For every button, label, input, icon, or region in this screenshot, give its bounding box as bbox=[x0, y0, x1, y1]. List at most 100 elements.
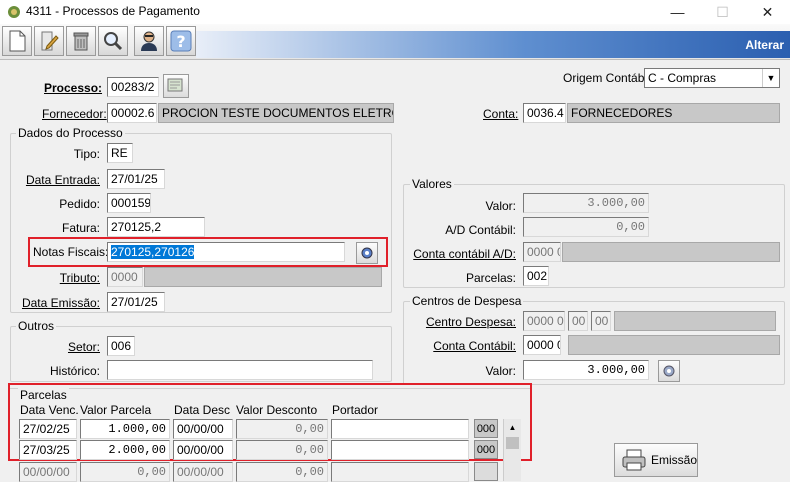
help-question-icon: ? bbox=[170, 30, 192, 52]
emissao-button[interactable]: Emissão bbox=[614, 443, 698, 477]
centro-despesa-label: Centro Despesa: bbox=[425, 315, 516, 329]
window-title: 4311 - Processos de Pagamento bbox=[26, 4, 200, 18]
parcela-valor-desconto-field[interactable]: 0,00 bbox=[236, 419, 328, 439]
user-agent-icon bbox=[141, 31, 157, 51]
origem-contabil-select[interactable]: C - Compras ▼ bbox=[644, 68, 780, 88]
user-button[interactable] bbox=[134, 26, 164, 56]
parcela-portador-field[interactable] bbox=[331, 462, 469, 482]
conta-code-field[interactable]: 0036.4 bbox=[523, 103, 566, 123]
data-emissao-field[interactable]: 27/01/25 bbox=[107, 292, 165, 312]
scroll-thumb[interactable] bbox=[506, 437, 519, 449]
centro-despesa-field[interactable]: 0000 0 bbox=[523, 311, 565, 331]
parcela-data-desc-field[interactable]: 00/00/00 bbox=[173, 419, 233, 439]
magnifier-icon bbox=[104, 32, 123, 51]
help-button[interactable]: ? bbox=[166, 26, 196, 56]
parcela-valor-field[interactable]: 2.000,00 bbox=[80, 440, 170, 460]
tributo-name-field bbox=[144, 267, 382, 287]
tributo-label: Tributo: bbox=[59, 271, 100, 285]
setor-label: Setor: bbox=[67, 340, 100, 354]
data-entrada-label: Data Entrada: bbox=[25, 173, 100, 187]
parcela-data-venc-field[interactable]: 27/03/25 bbox=[19, 440, 77, 460]
parcela-data-desc-field[interactable]: 00/00/00 bbox=[173, 440, 233, 460]
edit-pencil-icon bbox=[41, 31, 59, 51]
data-entrada-field[interactable]: 27/01/25 bbox=[107, 169, 165, 189]
chevron-down-icon: ▼ bbox=[762, 69, 779, 87]
origem-contabil-label: Origem Contábil: bbox=[563, 71, 654, 85]
parcela-portador-field[interactable] bbox=[331, 419, 469, 439]
close-button[interactable]: ✕ bbox=[745, 0, 790, 24]
parcela-valor-desconto-field[interactable]: 0,00 bbox=[236, 462, 328, 482]
search-button[interactable] bbox=[98, 26, 128, 56]
col-header-data-venc: Data Venc. bbox=[20, 403, 79, 417]
valor-field[interactable]: 3.000,00 bbox=[523, 193, 649, 213]
notas-fiscais-field[interactable]: 270125,270126 bbox=[107, 242, 345, 262]
notas-fiscais-value: 270125,270126 bbox=[111, 245, 195, 259]
conta-contabil-label: Conta Contábil: bbox=[433, 339, 516, 353]
edit-button[interactable] bbox=[34, 26, 64, 56]
col-header-valor-desconto: Valor Desconto bbox=[236, 403, 318, 417]
historico-field[interactable] bbox=[107, 360, 373, 380]
centros-despesa-title: Centros de Despesa bbox=[410, 294, 524, 308]
delete-button[interactable] bbox=[66, 26, 96, 56]
document-lookup-icon bbox=[167, 78, 183, 92]
conta-label: Conta: bbox=[483, 107, 519, 121]
origem-contabil-value: C - Compras bbox=[648, 71, 717, 85]
svg-text:?: ? bbox=[176, 32, 185, 51]
parcela-data-desc-field[interactable]: 00/00/00 bbox=[173, 462, 233, 482]
minimize-button[interactable]: — bbox=[655, 0, 700, 24]
valores-title: Valores bbox=[410, 177, 454, 191]
centro-despesa-sub1-field[interactable]: 00 bbox=[568, 311, 588, 331]
tipo-field[interactable]: RE bbox=[107, 143, 133, 163]
setor-field[interactable]: 006 bbox=[107, 336, 135, 356]
fornecedor-name-field: PROCION TESTE DOCUMENTOS ELETRON L bbox=[158, 103, 394, 123]
parcela-code-button[interactable]: 000 bbox=[474, 440, 498, 459]
centro-despesa-name-field bbox=[614, 311, 776, 331]
centro-valor-label: Valor: bbox=[485, 364, 516, 378]
parcela-valor-desconto-field[interactable]: 0,00 bbox=[236, 440, 328, 460]
col-header-data-desc: Data Desc bbox=[174, 403, 231, 417]
parcelas-count-field[interactable]: 002 bbox=[523, 266, 549, 286]
historico-label: Histórico: bbox=[49, 364, 100, 378]
gear-icon bbox=[663, 365, 675, 377]
conta-ad-label: Conta contábil A/D: bbox=[413, 247, 516, 261]
pedido-field[interactable]: 000159 bbox=[107, 193, 151, 213]
tributo-code-field[interactable]: 0000 bbox=[107, 267, 143, 287]
conta-name-field: FORNECEDORES bbox=[567, 103, 780, 123]
dados-processo-title: Dados do Processo bbox=[16, 126, 125, 140]
maximize-button[interactable]: ☐ bbox=[700, 0, 745, 24]
mode-bar: Alterar bbox=[196, 31, 790, 58]
parcela-portador-field[interactable] bbox=[331, 440, 469, 460]
parcela-data-venc-field[interactable]: 00/00/00 bbox=[19, 462, 77, 482]
notas-fiscais-config-button[interactable] bbox=[356, 242, 378, 264]
conta-contabil-field[interactable]: 0000 0 bbox=[523, 335, 561, 355]
centro-despesa-sub2-field[interactable]: 00 bbox=[591, 311, 611, 331]
conta-ad-name-field bbox=[562, 242, 780, 262]
parcela-valor-field[interactable]: 0,00 bbox=[80, 462, 170, 482]
conta-contabil-name-field bbox=[568, 335, 780, 355]
processo-lookup-button[interactable] bbox=[163, 74, 189, 98]
parcela-code-button[interactable] bbox=[474, 462, 498, 481]
parcela-code-button[interactable]: 000 bbox=[474, 419, 498, 438]
processo-field[interactable]: 00283/2 bbox=[107, 77, 159, 97]
centro-valor-field[interactable]: 3.000,00 bbox=[523, 360, 649, 380]
pedido-label: Pedido: bbox=[59, 197, 100, 211]
title-bar: 4311 - Processos de Pagamento — ☐ ✕ bbox=[0, 0, 790, 24]
parcelas-scrollbar[interactable]: ▲ bbox=[503, 419, 521, 481]
fornecedor-code-field[interactable]: 00002.6 bbox=[107, 103, 157, 123]
scroll-up-arrow-icon[interactable]: ▲ bbox=[504, 419, 521, 435]
data-emissao-label: Data Emissão: bbox=[21, 296, 100, 310]
new-document-button[interactable] bbox=[2, 26, 32, 56]
tipo-label: Tipo: bbox=[73, 147, 100, 161]
fornecedor-label: Fornecedor: bbox=[42, 107, 107, 121]
mode-label: Alterar bbox=[745, 38, 784, 52]
parcelas-count-label: Parcelas: bbox=[465, 271, 516, 285]
parcela-data-venc-field[interactable]: 27/02/25 bbox=[19, 419, 77, 439]
conta-ad-code-field[interactable]: 0000 0 bbox=[523, 242, 561, 262]
centro-config-button[interactable] bbox=[658, 360, 680, 382]
parcela-valor-field[interactable]: 1.000,00 bbox=[80, 419, 170, 439]
gear-icon bbox=[361, 247, 373, 259]
app-icon bbox=[8, 6, 20, 18]
ad-contabil-field[interactable]: 0,00 bbox=[523, 217, 649, 237]
fatura-field[interactable]: 270125,2 bbox=[107, 217, 205, 237]
col-header-valor-parcela: Valor Parcela bbox=[80, 403, 152, 417]
